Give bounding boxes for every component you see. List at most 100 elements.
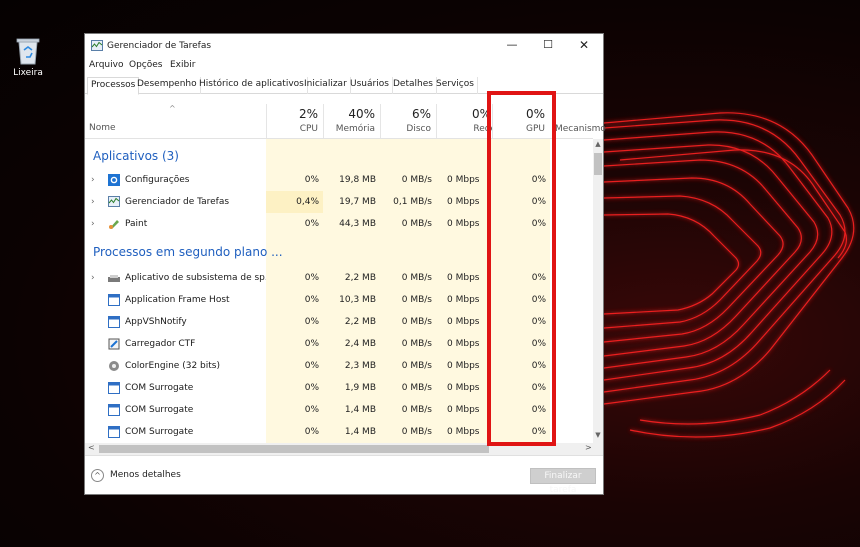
network-cell: 0 Mbps [436,377,492,399]
memory-cell: 2,2 MB [323,267,380,289]
disk-cell: 0 MB/s [380,311,436,333]
column-network-header[interactable]: 0% Rede [436,104,492,138]
memory-cell: 1,4 MB [323,421,380,443]
disk-cell: 0 MB/s [380,333,436,355]
settings-gear-icon [108,174,120,186]
group-background-title: Processos em segundo plano ... [93,245,283,259]
vertical-scroll-thumb[interactable] [594,153,602,175]
cpu-cell: 0% [266,267,323,289]
disk-percent: 6% [411,107,431,121]
disk-cell [380,235,436,267]
expand-chevron-icon[interactable]: › [91,175,95,185]
less-details-label: Menos detalhes [110,470,181,480]
cpu-cell: 0,4% [266,191,323,213]
process-name: Carregador CTF [125,339,196,349]
menu-arquivo[interactable]: Arquivo [89,60,123,70]
column-memory-header[interactable]: 40% Memória [323,104,380,138]
process-name: Application Frame Host [125,295,230,305]
menu-exibir[interactable]: Exibir [170,60,195,70]
footer: ^ Menos detalhes Finalizar tarefa [85,455,603,495]
memory-cell: 19,7 MB [323,191,380,213]
memory-label: Memória [335,124,375,134]
memory-cell: 2,3 MB [323,355,380,377]
horizontal-scroll-thumb[interactable] [99,445,489,453]
scroll-up-icon[interactable]: ▲ [593,140,603,148]
app-window-icon [108,294,120,306]
close-button[interactable]: ✕ [565,34,603,58]
memory-cell: 2,2 MB [323,311,380,333]
expand-chevron-icon[interactable]: › [91,219,95,229]
window-title: Gerenciador de Tarefas [107,41,212,51]
memory-cell: 44,3 MB [323,213,380,235]
recycle-bin-label: Lixeira [13,68,43,78]
process-name: COM Surrogate [125,405,194,415]
cpu-cell: 0% [266,311,323,333]
process-name: ColorEngine (32 bits) [125,361,220,371]
memory-cell: 10,3 MB [323,289,380,311]
network-cell: 0 Mbps [436,421,492,443]
tab-processos[interactable]: Processos [87,77,140,95]
network-cell: 0 Mbps [436,267,492,289]
scroll-right-icon[interactable]: > [585,443,592,452]
cpu-percent: 2% [298,107,318,121]
disk-cell: 0 MB/s [380,355,436,377]
memory-cell: 1,9 MB [323,377,380,399]
network-cell: 0 Mbps [436,169,492,191]
cpu-cell: 0% [266,399,323,421]
process-name: AppVShNotify [125,317,187,327]
disk-label: Disco [406,124,431,134]
chevron-up-icon: ^ [91,469,104,482]
ctf-loader-icon [108,338,120,350]
cpu-cell: 0% [266,333,323,355]
tab-inicializar[interactable]: Inicializar [301,77,351,94]
menu-opcoes[interactable]: Opções [129,60,162,70]
disk-cell: 0 MB/s [380,377,436,399]
disk-cell: 0 MB/s [380,267,436,289]
maximize-button[interactable]: ☐ [529,34,567,58]
scroll-down-icon[interactable]: ▼ [593,431,603,439]
disk-cell: 0 MB/s [380,421,436,443]
column-engine-header[interactable]: Mecanismo [555,124,606,134]
cpu-cell: 0% [266,213,323,235]
memory-cell [323,235,380,267]
task-manager-icon [108,196,120,207]
network-cell: 0 Mbps [436,191,492,213]
column-name-header[interactable]: Nome [89,123,116,133]
cpu-label: CPU [299,124,318,134]
recycle-bin-icon [16,38,40,65]
disk-cell [380,139,436,169]
spooler-icon [108,275,120,282]
end-task-button[interactable]: Finalizar tarefa [530,468,596,495]
cpu-cell: 0% [266,377,323,399]
memory-cell: 19,8 MB [323,169,380,191]
vertical-scrollbar[interactable]: ▲ ▼ [593,139,603,443]
tab-servicos[interactable]: Serviços [433,77,478,94]
tab-usuarios[interactable]: Usuários [347,77,393,94]
app-window-icon [108,426,120,438]
expand-chevron-icon[interactable]: › [91,197,95,207]
network-cell: 0 Mbps [436,311,492,333]
memory-cell: 1,4 MB [323,399,380,421]
memory-percent: 40% [348,107,375,121]
network-cell: 0 Mbps [436,289,492,311]
tab-detalhes[interactable]: Detalhes [390,77,437,94]
memory-cell [323,139,380,169]
network-cell [436,139,492,169]
process-name: Configurações [125,175,190,185]
recycle-bin-desktop-icon[interactable]: Lixeira [8,36,48,78]
process-name: Aplicativo de subsistema de sp... [125,273,274,283]
process-name: Paint [125,219,148,229]
expand-chevron-icon[interactable]: › [91,273,95,283]
scroll-left-icon[interactable]: < [88,443,95,452]
tab-desempenho[interactable]: Desempenho [134,77,201,94]
disk-cell: 0,1 MB/s [380,191,436,213]
paint-icon [109,220,119,229]
network-cell: 0 Mbps [436,333,492,355]
process-name: Gerenciador de Tarefas [125,197,230,207]
column-disk-header[interactable]: 6% Disco [380,104,436,138]
cpu-cell [266,139,323,169]
title-bar[interactable]: Gerenciador de Tarefas — ☐ ✕ [85,34,603,58]
column-cpu-header[interactable]: 2% CPU [266,104,323,138]
minimize-button[interactable]: — [493,34,531,58]
tab-historico[interactable]: Histórico de aplicativos [196,77,308,94]
